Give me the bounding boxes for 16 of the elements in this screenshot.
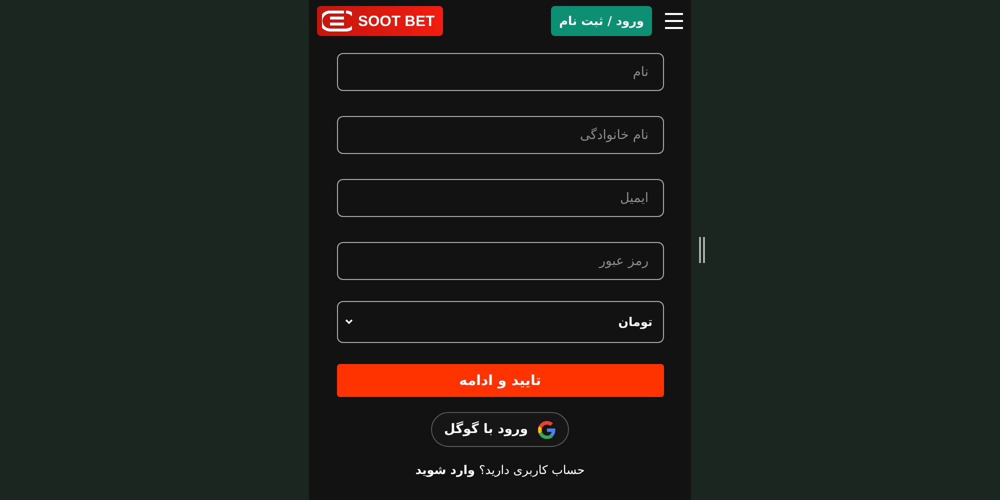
input-field[interactable]: ایمیل: [336, 179, 664, 217]
login-register-button[interactable]: ورود / ثبت نام: [551, 6, 652, 36]
submit-button[interactable]: تایید و ادامه: [336, 364, 664, 397]
input-field[interactable]: نام خانوادگی: [336, 116, 664, 154]
input-field[interactable]: رمز عبور: [336, 242, 664, 280]
login-link[interactable]: وارد شوید: [415, 463, 475, 477]
google-login-button[interactable]: ورود با گوگل: [430, 412, 569, 447]
input-field[interactable]: نام: [336, 53, 664, 91]
currency-select[interactable]: تومان: [336, 301, 664, 343]
menu-icon[interactable]: [664, 12, 684, 30]
login-prompt: حساب کاربری دارید؟: [478, 463, 585, 477]
logo-icon: [322, 8, 352, 34]
logo[interactable]: SOOT BET: [317, 6, 443, 36]
resize-handle-icon[interactable]: [698, 237, 706, 263]
google-icon: [538, 420, 556, 438]
chevron-down-icon: [344, 318, 354, 326]
